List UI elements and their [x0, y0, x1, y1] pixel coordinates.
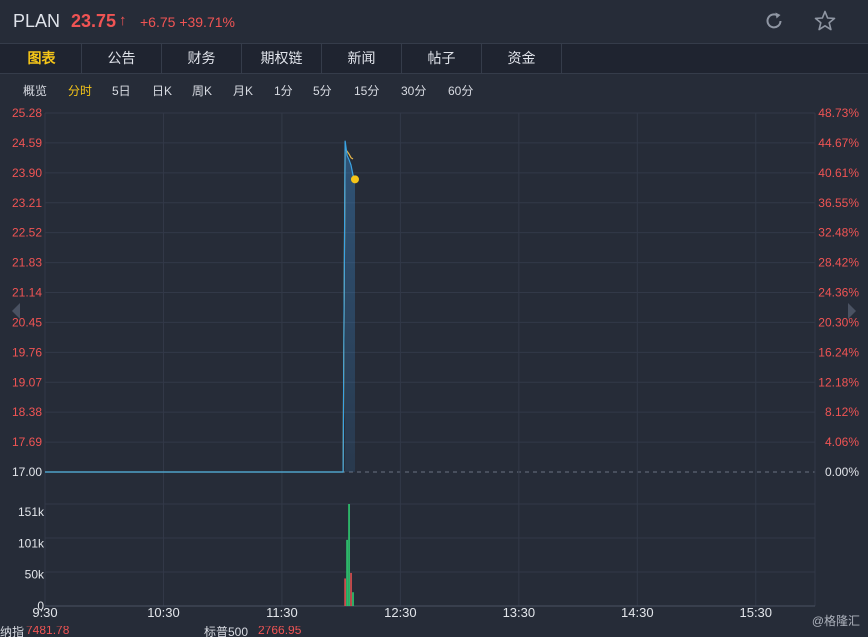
- percent-tick-label: 36.55%: [818, 196, 859, 210]
- period-monthly[interactable]: 月K: [233, 82, 253, 99]
- tab-notices[interactable]: 公告: [82, 44, 162, 73]
- index1-value: 7481.78: [26, 626, 70, 637]
- price-tick-label: 17.69: [12, 435, 42, 449]
- period-5min[interactable]: 5分: [313, 82, 332, 99]
- price-tick-label: 21.83: [12, 256, 42, 270]
- price-tick-label: 21.14: [12, 286, 42, 300]
- price-tick-label: 19.76: [12, 345, 42, 359]
- percent-tick-label: 28.42%: [818, 256, 859, 270]
- percent-tick-label: 48.73%: [818, 106, 859, 120]
- percent-tick-label: 4.06%: [825, 435, 859, 449]
- scroll-left-icon[interactable]: [10, 301, 22, 321]
- price-tick-label: 17.00: [12, 465, 42, 479]
- period-60min[interactable]: 60分: [448, 82, 473, 99]
- index-ticker-bar: 纳指 7481.78 标普500 2766.95: [0, 626, 868, 637]
- last-price: 23.75: [71, 11, 117, 31]
- intraday-chart[interactable]: 25.2824.5923.9023.2122.5221.8321.1420.45…: [0, 104, 868, 626]
- volume-tick-label: 101k: [18, 536, 45, 550]
- volume-bar: [348, 504, 350, 606]
- price-change: +6.75 +39.71%: [140, 14, 235, 30]
- index1-name: 纳指: [0, 626, 25, 637]
- percent-tick-label: 12.18%: [818, 375, 859, 389]
- volume-axis-labels: 151k101k50k0: [18, 505, 45, 613]
- volume-bars: [344, 504, 354, 606]
- period-overview[interactable]: 概览: [23, 82, 47, 99]
- scroll-right-icon[interactable]: [846, 301, 858, 321]
- period-weekly[interactable]: 周K: [192, 82, 212, 99]
- volume-bar: [352, 592, 354, 606]
- price-tick-label: 19.07: [12, 375, 42, 389]
- period-30min[interactable]: 30分: [401, 82, 426, 99]
- average-price-line: [45, 147, 354, 473]
- time-tick-label: 9:30: [32, 605, 57, 620]
- percent-tick-label: 40.61%: [818, 166, 859, 180]
- chart-grid: [44, 112, 816, 607]
- tab-posts[interactable]: 帖子: [402, 44, 482, 73]
- volume-tick-label: 151k: [18, 505, 45, 519]
- price-up-arrow-icon: ↑: [119, 12, 127, 29]
- tab-options[interactable]: 期权链: [242, 44, 322, 73]
- index2-name: 标普500: [204, 626, 249, 637]
- time-tick-label: 15:30: [739, 605, 772, 620]
- time-tick-label: 13:30: [503, 605, 536, 620]
- period-intraday[interactable]: 分时: [68, 82, 92, 99]
- ticker-symbol: PLAN: [13, 11, 61, 31]
- percent-tick-label: 8.12%: [825, 405, 859, 419]
- percent-tick-label: 24.36%: [818, 286, 859, 300]
- volume-bar: [350, 572, 352, 606]
- main-tabs: 图表 公告 财务 期权链 新闻 帖子 资金: [0, 43, 868, 74]
- percent-tick-label: 0.00%: [825, 465, 859, 479]
- price-tick-label: 22.52: [12, 226, 42, 240]
- time-tick-label: 10:30: [147, 605, 180, 620]
- star-icon[interactable]: [813, 9, 837, 33]
- refresh-icon[interactable]: [763, 10, 785, 32]
- price-tick-label: 23.21: [12, 196, 42, 210]
- period-5day[interactable]: 5日: [112, 82, 131, 99]
- time-tick-label: 14:30: [621, 605, 654, 620]
- price-axis-labels: 25.2824.5923.9023.2122.5221.8321.1420.45…: [12, 106, 42, 479]
- tab-news[interactable]: 新闻: [322, 44, 402, 73]
- price-tick-label: 24.59: [12, 136, 42, 150]
- price-tick-label: 23.90: [12, 166, 42, 180]
- period-1min[interactable]: 1分: [274, 82, 293, 99]
- time-axis-labels: 9:30 10:30 11:30 12:30 13:30 14:30 15:30: [32, 605, 772, 620]
- price-line: [45, 140, 356, 473]
- tab-chart[interactable]: 图表: [2, 44, 82, 73]
- period-selector: 概览 分时 5日 日K 周K 月K 1分 5分 15分 30分 60分: [0, 75, 868, 105]
- quote-header: PLAN 23.75 ↑ +6.75 +39.71%: [0, 0, 868, 43]
- watermark: @格隆汇: [811, 614, 860, 628]
- percent-tick-label: 44.67%: [818, 136, 859, 150]
- tab-finance[interactable]: 财务: [162, 44, 242, 73]
- percent-axis-labels: 48.73% 44.67% 40.61% 36.55% 32.48% 28.42% 24.3…: [818, 106, 859, 479]
- time-tick-label: 12:30: [384, 605, 417, 620]
- period-daily[interactable]: 日K: [152, 82, 172, 99]
- period-15min[interactable]: 15分: [354, 82, 379, 99]
- percent-tick-label: 32.48%: [818, 226, 859, 240]
- time-tick-label: 11:30: [266, 605, 298, 620]
- last-price-dot: [350, 175, 359, 184]
- percent-tick-label: 16.24%: [818, 345, 859, 359]
- volume-bar: [346, 539, 348, 606]
- price-tick-label: 18.38: [12, 405, 42, 419]
- index2-value: 2766.95: [258, 626, 302, 637]
- volume-tick-label: 50k: [25, 568, 45, 582]
- volume-bar: [344, 578, 346, 606]
- price-area-fill: [345, 140, 355, 472]
- price-tick-label: 25.28: [12, 106, 42, 120]
- tab-capital[interactable]: 资金: [482, 44, 562, 73]
